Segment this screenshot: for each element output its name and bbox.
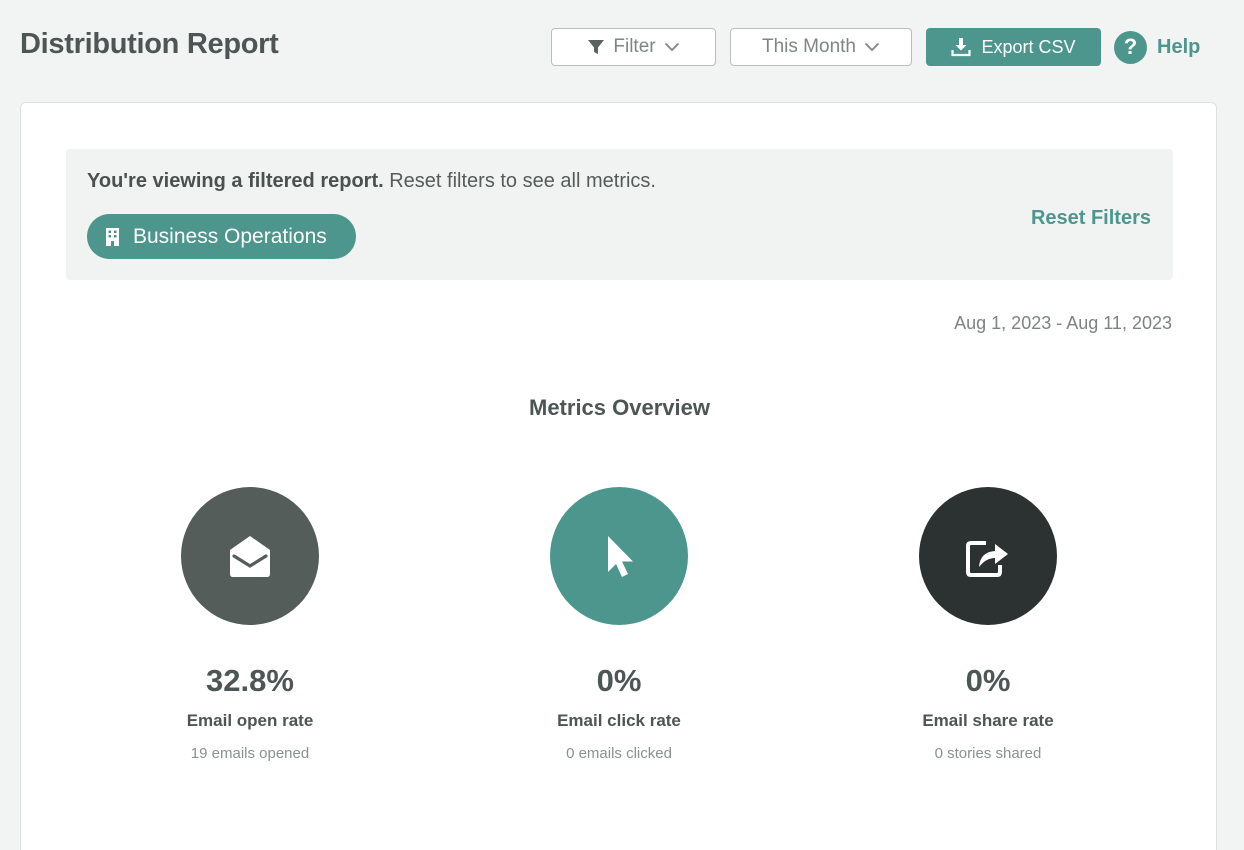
help-label: Help <box>1157 35 1201 58</box>
building-icon <box>106 227 119 246</box>
filter-notice: You're viewing a filtered report. Reset … <box>66 149 1173 280</box>
notice-bold-text: You're viewing a filtered report. <box>87 170 384 192</box>
help-link[interactable]: ? Help <box>1114 30 1200 64</box>
envelope-open-icon <box>230 536 270 577</box>
chevron-down-icon <box>664 42 679 52</box>
metric-icon-circle <box>550 487 688 625</box>
metric-email-share-rate: 0% Email share rate 0 stories shared <box>838 487 1138 762</box>
filter-button[interactable]: Filter <box>551 28 716 66</box>
metric-email-open-rate: 32.8% Email open rate 19 emails opened <box>100 487 400 762</box>
metrics-overview-title: Metrics Overview <box>529 395 710 420</box>
metric-subtext: 0 emails clicked <box>566 745 672 762</box>
metric-icon-circle <box>919 487 1057 625</box>
metric-icon-circle <box>181 487 319 625</box>
metric-subtext: 19 emails opened <box>190 745 310 762</box>
metric-subtext: 0 stories shared <box>934 745 1042 762</box>
filter-chip-business-operations[interactable]: Business Operations <box>87 214 356 259</box>
question-icon: ? <box>1114 30 1147 64</box>
metric-email-click-rate: 0% Email click rate 0 emails clicked <box>469 487 769 762</box>
metric-label: Email open rate <box>186 711 314 730</box>
export-csv-label: Export CSV <box>981 36 1076 57</box>
metric-label: Email share rate <box>922 711 1054 730</box>
notice-text: You're viewing a filtered report. Reset … <box>87 170 656 193</box>
report-card: You're viewing a filtered report. Reset … <box>20 102 1217 850</box>
metric-label: Email click rate <box>557 711 681 730</box>
filter-chip-label: Business Operations <box>133 224 327 248</box>
funnel-icon <box>588 40 605 54</box>
metric-value: 0% <box>965 663 1011 698</box>
top-bar: Distribution Report Filter This Month Ex… <box>0 0 1244 92</box>
reset-filters-link[interactable]: Reset Filters <box>1031 207 1151 230</box>
metric-value: 32.8% <box>206 663 294 698</box>
metric-value: 0% <box>596 663 642 698</box>
share-icon <box>966 541 1008 577</box>
download-icon <box>951 38 972 57</box>
date-range: Aug 1, 2023 - Aug 11, 2023 <box>954 313 1172 333</box>
chevron-down-icon <box>864 42 880 52</box>
notice-detail-text: Reset filters to see all metrics. <box>389 170 656 192</box>
page-title: Distribution Report <box>20 28 279 60</box>
period-select[interactable]: This Month <box>730 28 912 66</box>
period-select-label: This Month <box>762 36 856 57</box>
export-csv-button[interactable]: Export CSV <box>926 28 1101 66</box>
filter-button-label: Filter <box>613 36 656 57</box>
cursor-icon <box>608 536 633 577</box>
